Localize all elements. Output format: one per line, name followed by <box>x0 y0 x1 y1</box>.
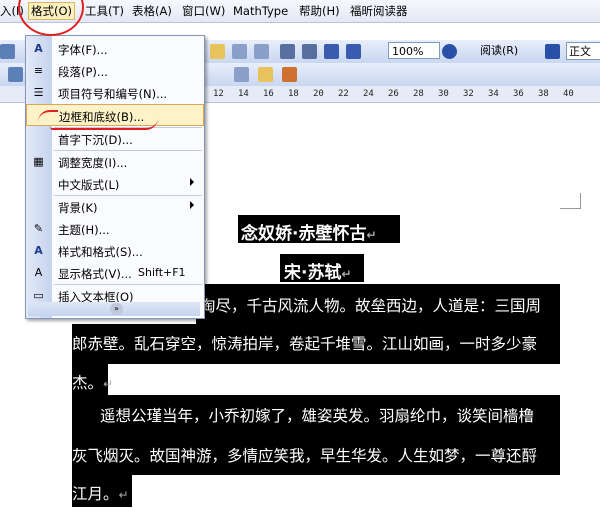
menu-item-background[interactable]: 背景(K) <box>26 196 204 218</box>
adjust-width-icon: ▦ <box>33 155 44 168</box>
toolbar-handle-icon[interactable] <box>0 44 15 59</box>
style-icon[interactable] <box>545 44 560 59</box>
align-icon[interactable] <box>234 67 249 82</box>
menu-bar: 入(I) 格式(O) 工具(T) 表格(A) 窗口(W) MathType 帮助… <box>0 0 600 23</box>
poem-line[interactable]: 郎赤壁。乱石穿空，惊涛拍岸，卷起千堆雪。江山如画，一时多少豪 <box>72 332 537 354</box>
ruler-number: 14 <box>238 89 249 99</box>
columns-icon[interactable] <box>280 44 295 59</box>
submenu-arrow-icon <box>190 201 194 209</box>
menu-item-label: 项目符号和编号(N)... <box>58 87 168 101</box>
format-painter-icon[interactable] <box>210 44 225 59</box>
ruler-number: 22 <box>338 89 349 99</box>
ruler-number: 20 <box>313 89 324 99</box>
menu-foxit-reader[interactable]: 福昕阅读器 <box>350 3 408 19</box>
drawing-icon[interactable] <box>302 44 317 59</box>
menu-item-reveal-formatting[interactable]: A 显示格式(V)... Shift+F1 <box>26 262 204 284</box>
menu-item-label: 主题(H)... <box>58 223 110 237</box>
menu-window[interactable]: 窗口(W) <box>182 3 225 19</box>
menu-item-paragraph[interactable]: ≡ 段落(P)... <box>26 60 204 82</box>
menu-item-label: 字体(F)... <box>58 43 108 57</box>
menu-item-chinese-layout[interactable]: 中文版式(L) <box>26 173 204 195</box>
annotation-circle <box>18 0 84 36</box>
ruler-number: 24 <box>363 89 374 99</box>
document-map-icon[interactable] <box>324 44 339 59</box>
style-select[interactable]: 正文 <box>566 42 600 60</box>
chevron-down-icon[interactable]: » <box>110 303 123 315</box>
menu-item-theme[interactable]: ✎ 主题(H)... <box>26 218 204 240</box>
reveal-format-icon: A <box>34 266 43 279</box>
ruler-number: 18 <box>288 89 299 99</box>
margin-corner-mark <box>560 193 581 209</box>
insert-excel-icon[interactable] <box>254 44 269 59</box>
ruler-number: 16 <box>263 89 274 99</box>
show-marks-icon[interactable] <box>346 44 361 59</box>
help-icon[interactable] <box>442 44 457 59</box>
ruler-number: 26 <box>388 89 399 99</box>
poem-line[interactable]: 江月。↵ <box>72 482 129 504</box>
menu-item-bullets-numbering[interactable]: ☰ 项目符号和编号(N)... <box>26 82 204 104</box>
ruler-number: 30 <box>438 89 449 99</box>
ruler-number: 28 <box>413 89 424 99</box>
menu-expand-bar[interactable]: » <box>28 302 200 316</box>
font-a-icon: A <box>34 42 43 55</box>
menu-table[interactable]: 表格(A) <box>132 3 172 19</box>
annotation-underline <box>50 118 158 130</box>
menu-tools[interactable]: 工具(T) <box>85 3 124 19</box>
textbox-icon: ▭ <box>33 289 44 302</box>
menu-help[interactable]: 帮助(H) <box>299 3 340 19</box>
poem-line[interactable]: 淘尽，千古风流人物。故垒西边，人道是：三国周 <box>200 294 541 316</box>
poem-line[interactable]: 杰。↵ <box>72 371 113 393</box>
toolbar-handle-icon[interactable] <box>8 67 23 82</box>
menu-item-label: 首字下沉(D)... <box>58 133 133 147</box>
font-color-icon[interactable] <box>282 67 297 82</box>
poem-line[interactable]: 灰飞烟灭。故国神游，多情应笑我，早生华发。人生如梦，一尊还酹 <box>72 444 537 466</box>
bullets-icon: ☰ <box>33 86 44 99</box>
menu-mathtype[interactable]: MathType <box>233 3 288 19</box>
menu-item-label: 调整宽度(I)... <box>58 156 128 170</box>
read-button[interactable]: 阅读(R) <box>480 42 518 60</box>
poem-line[interactable]: 遥想公瑾当年，小乔初嫁了，雄姿英发。羽扇纶巾，谈笑间樯橹 <box>100 404 534 426</box>
submenu-arrow-icon <box>190 178 194 186</box>
menu-item-adjust-width[interactable]: ▦ 调整宽度(I)... <box>26 151 204 173</box>
menu-item-drop-cap[interactable]: 首字下沉(D)... <box>26 128 204 150</box>
poem-title[interactable]: 念奴娇·赤壁怀古↵ <box>241 219 377 244</box>
zoom-select[interactable]: 100% <box>388 42 440 59</box>
paragraph-icon: ≡ <box>33 64 44 77</box>
ruler-number: 36 <box>513 89 524 99</box>
format-menu: A 字体(F)... ≡ 段落(P)... ☰ 项目符号和编号(N)... 边框… <box>25 35 205 319</box>
poem-author[interactable]: 宋·苏轼↵ <box>284 258 352 283</box>
theme-icon: ✎ <box>33 222 44 235</box>
menu-item-label: 中文版式(L) <box>58 178 120 192</box>
menu-item-font[interactable]: A 字体(F)... <box>26 38 204 60</box>
ruler-number: 34 <box>488 89 499 99</box>
menu-item-styles-formatting[interactable]: A 样式和格式(S)... <box>26 240 204 262</box>
ruler-number: 32 <box>463 89 474 99</box>
menu-item-label: 段落(P)... <box>58 65 108 79</box>
ruler-number: 12 <box>213 89 224 99</box>
menu-item-label: 显示格式(V)... <box>58 267 132 281</box>
menu-item-shortcut: Shift+F1 <box>138 266 186 279</box>
ruler-number: 40 <box>563 89 574 99</box>
menu-item-label: 样式和格式(S)... <box>58 245 143 259</box>
highlight-icon[interactable] <box>258 67 273 82</box>
menu-item-label: 背景(K) <box>58 201 98 215</box>
ruler-number: 38 <box>538 89 549 99</box>
insert-table-icon[interactable] <box>232 44 247 59</box>
styles-icon: A <box>34 244 43 257</box>
